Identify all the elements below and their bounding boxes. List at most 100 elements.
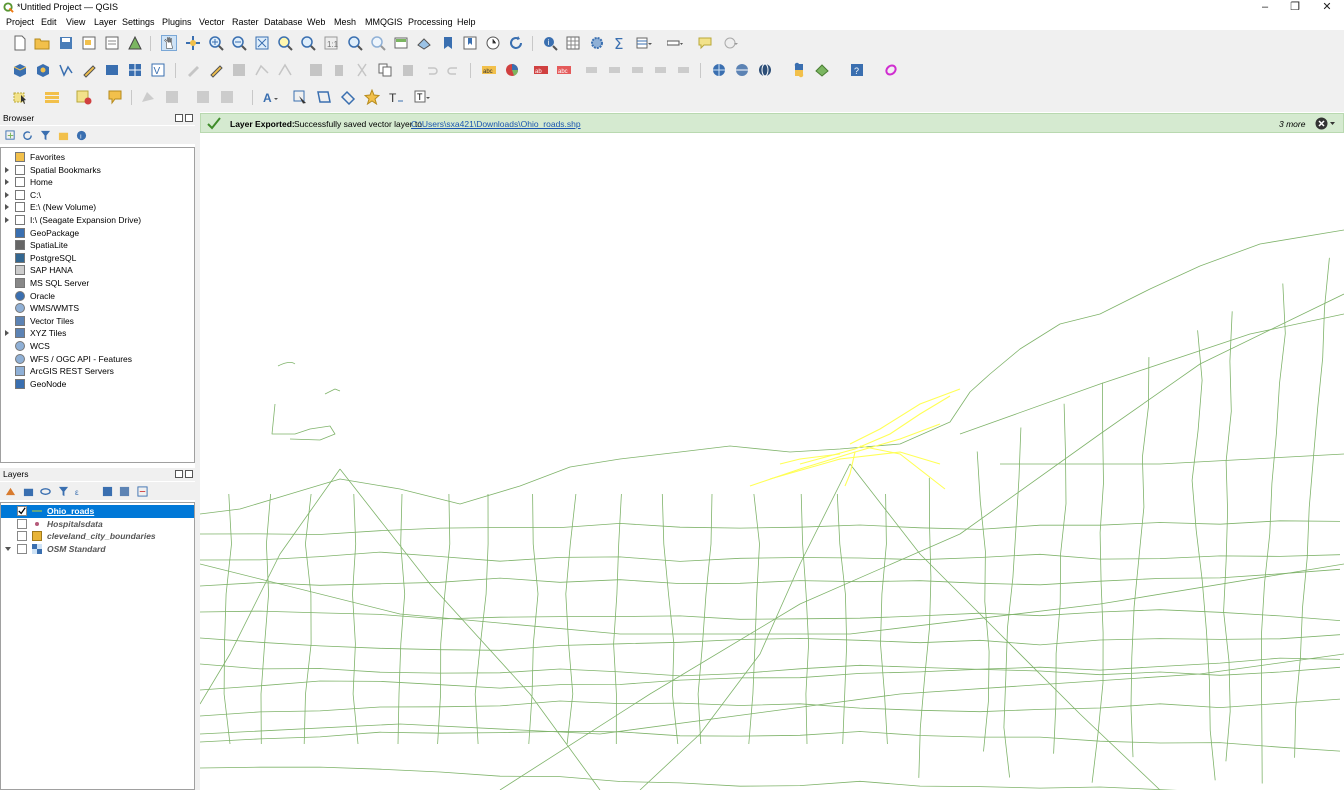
- modify-attributes-icon[interactable]: [308, 62, 324, 78]
- cut-features-icon[interactable]: [354, 62, 370, 78]
- layer-visibility-checkbox[interactable]: [17, 543, 27, 554]
- text-tool-dropdown-icon[interactable]: T: [414, 89, 430, 105]
- browser-item[interactable]: ArcGIS REST Servers: [1, 365, 194, 378]
- globe-plugin-icon[interactable]: [757, 62, 773, 78]
- expand-arrow-icon[interactable]: [5, 166, 9, 173]
- browser-item[interactable]: WCS: [1, 340, 194, 353]
- refresh-browser-icon[interactable]: [22, 130, 33, 141]
- pan-map-icon[interactable]: [161, 35, 177, 51]
- add-selected-layers-icon[interactable]: [5, 130, 16, 141]
- undo-icon[interactable]: [423, 62, 439, 78]
- menu-project[interactable]: Project: [6, 17, 34, 27]
- digitize-icon-3[interactable]: [195, 89, 211, 105]
- zoom-full-icon[interactable]: [254, 35, 270, 51]
- browser-item[interactable]: WFS / OGC API - Features: [1, 353, 194, 366]
- browser-item[interactable]: WMS/WMTS: [1, 302, 194, 315]
- select-annotation-icon[interactable]: [292, 89, 308, 105]
- layout-manager-icon[interactable]: [104, 35, 120, 51]
- browser-item[interactable]: Favorites: [1, 151, 194, 164]
- menu-layer[interactable]: Layer: [94, 17, 117, 27]
- road-network-map[interactable]: [199, 134, 1344, 792]
- browser-item[interactable]: I:\ (Seagate Expansion Drive): [1, 214, 194, 227]
- close-panel-button[interactable]: [185, 114, 193, 122]
- browser-item[interactable]: Home: [1, 176, 194, 189]
- expand-arrow-icon[interactable]: [5, 217, 9, 223]
- browser-item[interactable]: PostgreSQL: [1, 252, 194, 265]
- save-project-icon[interactable]: [58, 35, 74, 51]
- filter-by-expression-icon[interactable]: ε: [75, 486, 86, 497]
- menu-raster[interactable]: Raster: [232, 17, 259, 27]
- browser-item[interactable]: C:\: [1, 189, 194, 202]
- menu-view[interactable]: View: [66, 17, 85, 27]
- layer-diagram-icon[interactable]: [504, 62, 520, 78]
- paste-features-icon[interactable]: [400, 62, 416, 78]
- menu-help[interactable]: Help: [457, 17, 476, 27]
- menu-vector[interactable]: Vector: [199, 17, 225, 27]
- open-project-icon[interactable]: [34, 35, 50, 51]
- new-temporary-layer-icon[interactable]: [81, 62, 97, 78]
- lasso-select-icon[interactable]: [883, 62, 899, 78]
- text-field-annotation-icon[interactable]: T: [388, 89, 404, 105]
- select-by-location-icon[interactable]: [107, 89, 123, 105]
- layer-item[interactable]: OSM Standard: [1, 543, 194, 556]
- new-virtual-layer-icon[interactable]: V: [150, 62, 166, 78]
- processing-toolbox-icon[interactable]: [589, 35, 605, 51]
- menu-web[interactable]: Web: [307, 17, 325, 27]
- statistical-summary-icon[interactable]: Σ: [612, 35, 628, 51]
- refresh-icon[interactable]: [508, 35, 524, 51]
- label-callout-icon[interactable]: [677, 62, 693, 78]
- line-symbol-icon[interactable]: [32, 506, 42, 516]
- new-shapefile-layer-icon[interactable]: [58, 62, 74, 78]
- show-hide-labels-icon[interactable]: abc: [556, 62, 572, 78]
- browser-item[interactable]: Vector Tiles: [1, 315, 194, 328]
- layer-item[interactable]: Ohio_roads: [1, 505, 194, 518]
- point-symbol-icon[interactable]: [32, 519, 42, 529]
- python-console-icon[interactable]: [791, 62, 807, 78]
- browser-item[interactable]: Spatial Bookmarks: [1, 164, 194, 177]
- remove-layer-icon[interactable]: [137, 486, 148, 497]
- line-annotation-icon[interactable]: [340, 89, 356, 105]
- layer-visibility-checkbox[interactable]: [17, 506, 27, 516]
- browser-item[interactable]: GeoNode: [1, 378, 194, 391]
- restore-button[interactable]: ❐: [1280, 0, 1310, 16]
- digitize-icon-2[interactable]: [164, 89, 180, 105]
- layer-item[interactable]: Hospitalsdata: [1, 518, 194, 531]
- new-map-view-icon[interactable]: [393, 35, 409, 51]
- pan-to-selection-icon[interactable]: [185, 35, 201, 51]
- filter-browser-icon[interactable]: [40, 130, 51, 141]
- menu-plugins[interactable]: Plugins: [162, 17, 192, 27]
- rotate-label-icon[interactable]: [608, 62, 624, 78]
- add-feature-icon[interactable]: [254, 62, 270, 78]
- text-annotation-icon[interactable]: A: [262, 89, 278, 105]
- zoom-native-icon[interactable]: 1:1: [323, 35, 339, 51]
- browser-item[interactable]: Oracle: [1, 290, 194, 303]
- metasearch-icon[interactable]: [711, 62, 727, 78]
- manage-map-themes-icon[interactable]: [40, 486, 51, 497]
- float-panel-button[interactable]: [175, 114, 183, 122]
- help-icon[interactable]: ?: [849, 62, 865, 78]
- new-geopackage-layer-icon[interactable]: [35, 62, 51, 78]
- add-group-icon[interactable]: [23, 486, 34, 497]
- menu-edit[interactable]: Edit: [41, 17, 57, 27]
- change-label-icon[interactable]: [631, 62, 647, 78]
- menu-processing[interactable]: Processing: [408, 17, 453, 27]
- open-table-dropdown-icon[interactable]: [636, 35, 652, 51]
- expand-arrow-icon[interactable]: [5, 546, 11, 551]
- locator-options-icon[interactable]: [722, 35, 738, 51]
- data-source-manager-icon[interactable]: [12, 62, 28, 78]
- new-spatial-bookmark-icon[interactable]: [440, 35, 456, 51]
- layer-visibility-checkbox[interactable]: [17, 531, 27, 542]
- new-3d-map-view-icon[interactable]: [416, 35, 432, 51]
- style-manager-icon[interactable]: [127, 35, 143, 51]
- more-messages-label[interactable]: 3 more: [1279, 119, 1305, 129]
- new-spatialite-layer-icon[interactable]: [104, 62, 120, 78]
- filter-legend-icon[interactable]: [58, 486, 69, 497]
- current-edits-icon[interactable]: [185, 62, 201, 78]
- menu-mmqgis[interactable]: MMQGIS: [365, 17, 403, 27]
- new-print-layout-icon[interactable]: [81, 35, 97, 51]
- redo-icon[interactable]: [446, 62, 462, 78]
- pin-labels-icon[interactable]: ab: [533, 62, 549, 78]
- close-panel-button[interactable]: [185, 470, 193, 478]
- message-file-link[interactable]: C:\Users\sxa421\Downloads\Ohio_roads.shp: [411, 119, 581, 129]
- browser-item[interactable]: GeoPackage: [1, 227, 194, 240]
